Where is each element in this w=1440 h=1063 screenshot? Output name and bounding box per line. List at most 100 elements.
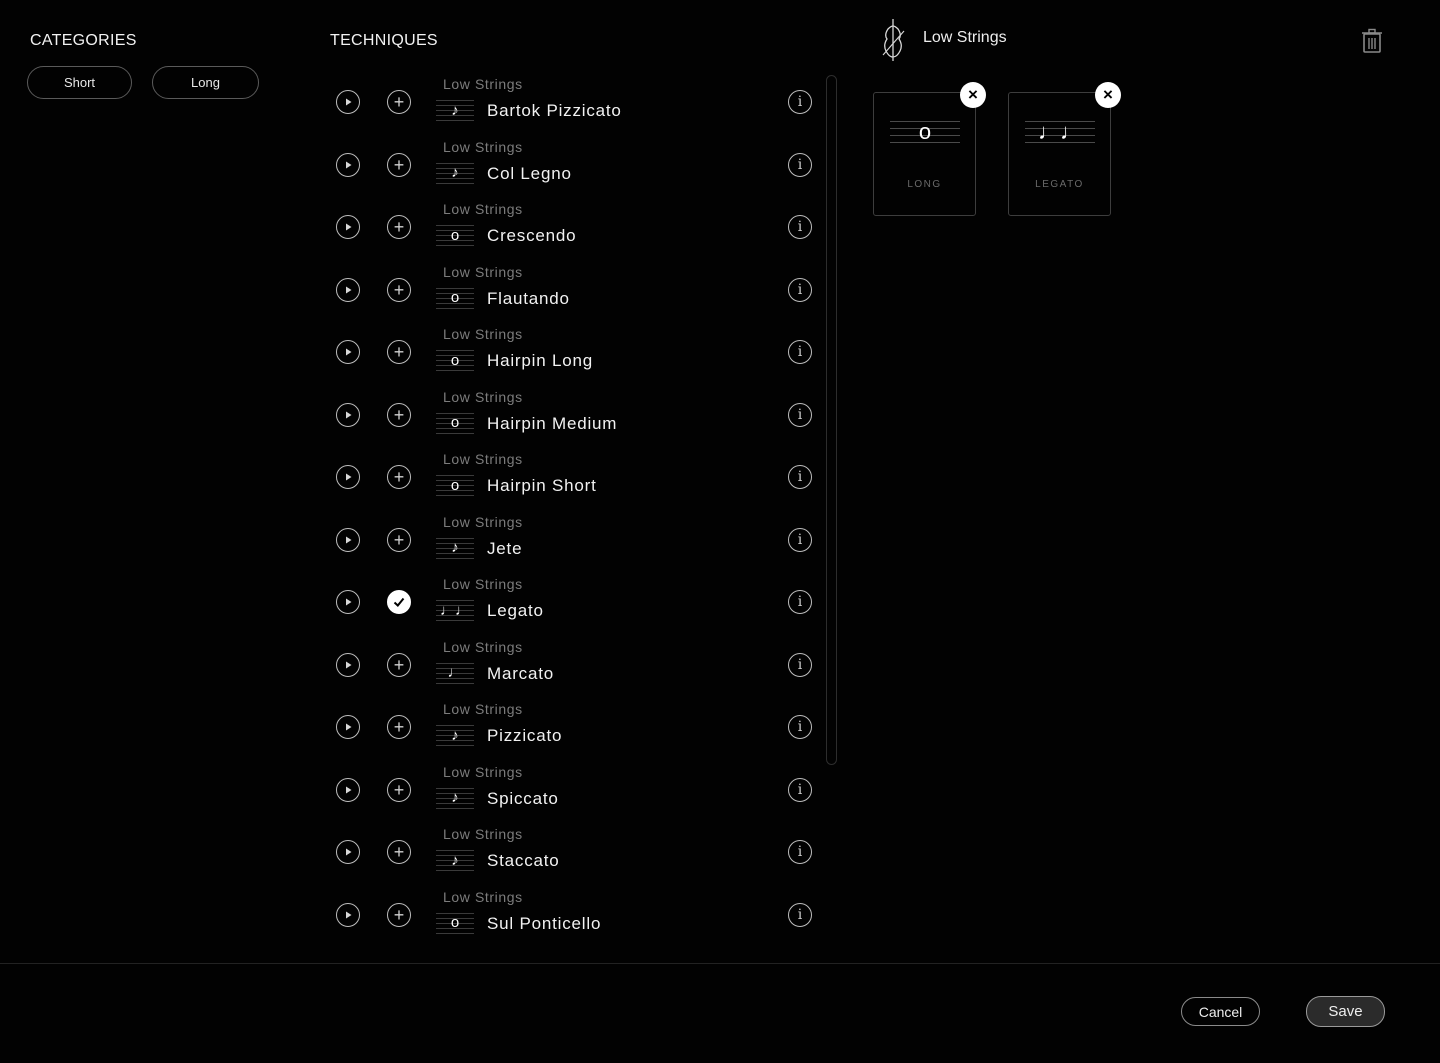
technique-row[interactable]: + ♪ Low Strings Jete i <box>330 510 820 573</box>
trash-icon[interactable] <box>1360 28 1384 54</box>
info-icon[interactable]: i <box>788 215 812 239</box>
play-icon[interactable] <box>336 902 360 927</box>
technique-notation-icon: ♪ <box>436 158 474 187</box>
technique-name: Pizzicato <box>487 726 563 745</box>
info-icon[interactable]: i <box>788 277 812 302</box>
technique-name: Marcato <box>487 663 555 683</box>
play-icon[interactable] <box>336 652 360 677</box>
technique-name: Col Legno <box>487 163 572 183</box>
add-icon[interactable]: + <box>387 277 411 302</box>
card-label: LEGATO <box>1035 179 1084 190</box>
info-icon[interactable]: i <box>788 152 812 177</box>
technique-notation-icon: o <box>436 221 474 249</box>
play-icon[interactable] <box>336 590 360 614</box>
technique-name: Crescendo <box>487 226 577 245</box>
add-icon[interactable]: + <box>387 840 411 864</box>
technique-notation-icon: o <box>436 471 474 499</box>
technique-notation-icon: o <box>436 908 474 937</box>
technique-notation-icon: o <box>436 346 474 374</box>
technique-row[interactable]: + o Low Strings Hairpin Long i <box>330 322 820 385</box>
technique-row[interactable]: ♩♩ Low Strings Legato i <box>330 572 820 635</box>
techniques-heading: TECHNIQUES <box>330 32 438 49</box>
check-icon[interactable] <box>387 590 411 614</box>
instrument-name: Low Strings <box>923 29 1007 46</box>
info-icon[interactable]: i <box>788 777 812 802</box>
add-icon[interactable]: + <box>387 215 411 239</box>
info-icon[interactable]: i <box>788 652 812 677</box>
technique-row[interactable]: + ♪ Low Strings Bartok Pizzicato i <box>330 72 820 135</box>
cancel-button[interactable]: Cancel <box>1181 997 1260 1026</box>
play-icon[interactable] <box>336 715 360 739</box>
info-icon[interactable]: i <box>788 340 812 364</box>
technique-row[interactable]: + o Low Strings Hairpin Medium i <box>330 385 820 448</box>
play-icon[interactable] <box>336 840 360 864</box>
play-icon[interactable] <box>336 465 360 489</box>
play-icon[interactable] <box>336 402 360 427</box>
add-icon[interactable]: + <box>387 402 411 427</box>
play-icon[interactable] <box>336 215 360 239</box>
technique-name: Sul Ponticello <box>487 913 602 933</box>
info-icon[interactable]: i <box>788 90 812 114</box>
technique-name: Staccato <box>487 851 560 870</box>
info-icon[interactable]: i <box>788 402 812 427</box>
info-icon[interactable]: i <box>788 840 812 864</box>
add-icon[interactable]: + <box>387 902 411 927</box>
technique-notation-icon: ♪ <box>436 96 474 124</box>
info-icon[interactable]: i <box>788 527 812 552</box>
technique-instrument: Low Strings <box>443 701 523 717</box>
add-icon[interactable]: + <box>387 90 411 114</box>
save-button[interactable]: Save <box>1306 996 1385 1027</box>
technique-instrument: Low Strings <box>443 138 523 155</box>
footer-divider <box>0 963 1440 964</box>
techniques-list: + ♪ Low Strings Bartok Pizzicato i + ♪ Low Stri… <box>330 72 820 947</box>
technique-notation-icon: o <box>436 283 474 312</box>
technique-row[interactable]: + o Low Strings Crescendo i <box>330 197 820 260</box>
add-icon[interactable]: + <box>387 715 411 739</box>
categories-heading: CATEGORIES <box>30 32 137 49</box>
technique-instrument: Low Strings <box>443 513 523 530</box>
technique-name: Hairpin Long <box>487 351 593 370</box>
technique-row[interactable]: + ♪ Low Strings Spiccato i <box>330 760 820 823</box>
add-icon[interactable]: + <box>387 340 411 364</box>
remove-card-button[interactable]: × <box>1095 82 1121 108</box>
play-icon[interactable] <box>336 527 360 552</box>
add-icon[interactable]: + <box>387 527 411 552</box>
info-icon[interactable]: i <box>788 715 812 739</box>
technique-row[interactable]: + ♪ Low Strings Staccato i <box>330 822 820 885</box>
remove-card-button[interactable]: × <box>960 82 986 108</box>
play-icon[interactable] <box>336 340 360 364</box>
technique-row[interactable]: + ♪ Low Strings Pizzicato i <box>330 697 820 760</box>
technique-name: Flautando <box>487 288 570 308</box>
category-long-button[interactable]: Long <box>152 66 259 99</box>
play-icon[interactable] <box>336 90 360 114</box>
technique-name: Jete <box>487 538 523 558</box>
technique-name: Bartok Pizzicato <box>487 101 622 120</box>
selected-card-legato[interactable]: ♩♩ LEGATO × <box>1008 82 1121 216</box>
add-icon[interactable]: + <box>387 777 411 802</box>
add-icon[interactable]: + <box>387 465 411 489</box>
technique-row[interactable]: + ♩ Low Strings Marcato i <box>330 635 820 698</box>
staff-note-icon: o <box>890 115 960 149</box>
selected-card-long[interactable]: o LONG × <box>873 82 986 216</box>
techniques-scrollbar[interactable] <box>826 75 837 765</box>
info-icon[interactable]: i <box>788 465 812 489</box>
technique-notation-icon: ♪ <box>436 783 474 812</box>
technique-instrument: Low Strings <box>443 576 523 592</box>
technique-instrument: Low Strings <box>443 888 523 905</box>
play-icon[interactable] <box>336 277 360 302</box>
technique-row[interactable]: + ♪ Low Strings Col Legno i <box>330 135 820 198</box>
play-icon[interactable] <box>336 152 360 177</box>
add-icon[interactable]: + <box>387 652 411 677</box>
add-icon[interactable]: + <box>387 152 411 177</box>
category-short-button[interactable]: Short <box>27 66 132 99</box>
info-icon[interactable]: i <box>788 902 812 927</box>
info-icon[interactable]: i <box>788 590 812 614</box>
technique-row[interactable]: + o Low Strings Flautando i <box>330 260 820 323</box>
technique-instrument: Low Strings <box>443 388 523 405</box>
technique-notation-icon: ♪ <box>436 533 474 562</box>
technique-instrument: Low Strings <box>443 638 523 655</box>
technique-row[interactable]: + o Low Strings Sul Ponticello i <box>330 885 820 948</box>
staff-note-icon: ♩♩ <box>1025 115 1095 149</box>
technique-row[interactable]: + o Low Strings Hairpin Short i <box>330 447 820 510</box>
play-icon[interactable] <box>336 777 360 802</box>
